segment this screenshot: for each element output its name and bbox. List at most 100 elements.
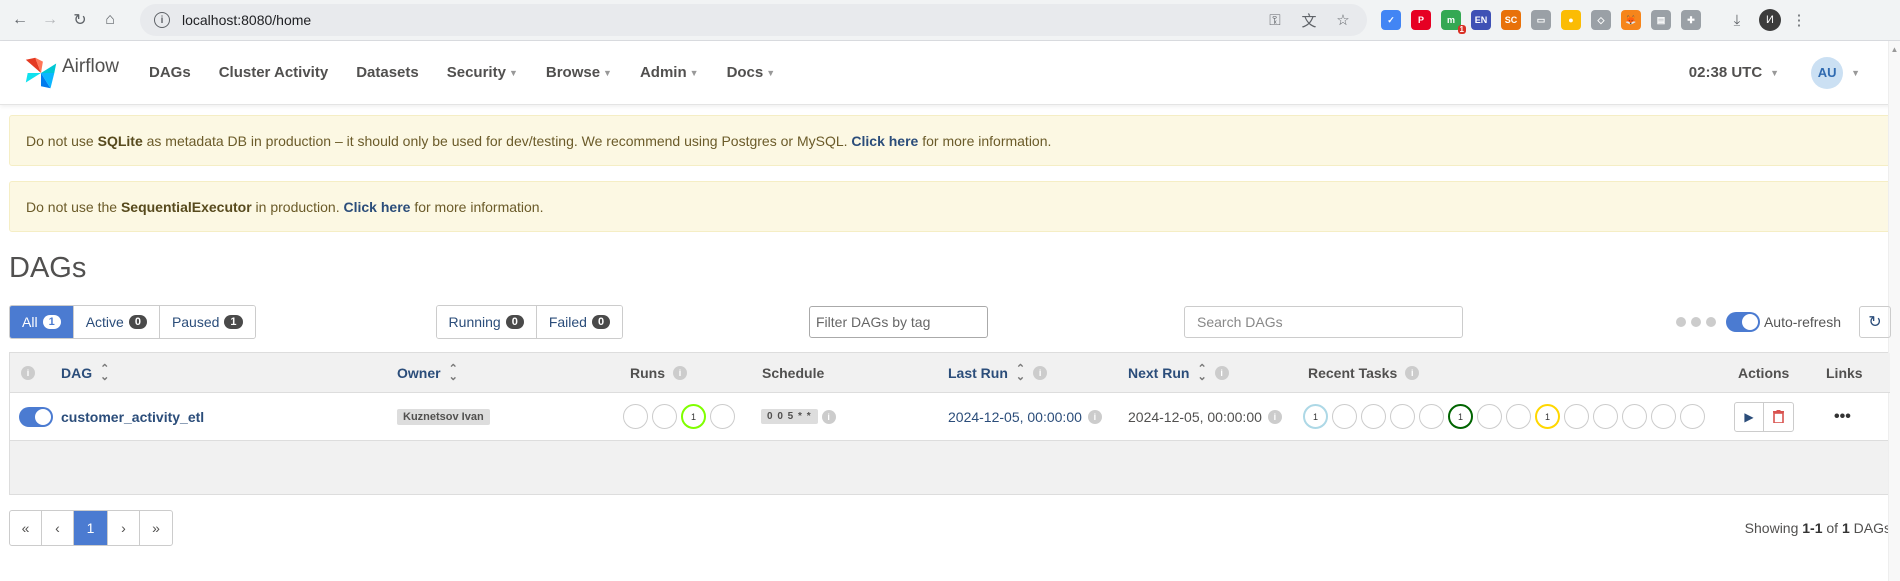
ext-sc[interactable]: SC [1501, 10, 1521, 30]
filter-active[interactable]: Active 0 [73, 306, 160, 338]
run-state-circle[interactable] [710, 404, 735, 429]
col-owner[interactable]: Owner ⌃ ⌄ [397, 363, 458, 382]
nav-security[interactable]: Security ▼ [447, 64, 518, 81]
filter-label: Running [448, 314, 501, 330]
address-bar[interactable]: i localhost:8080/home ⚿ 文 ☆ [140, 4, 1367, 36]
download-icon[interactable]: ⤓ [1727, 10, 1747, 30]
executor-warning-alert: Do not use the SequentialExecutor in pro… [9, 181, 1891, 232]
auto-refresh-toggle[interactable] [1725, 312, 1760, 332]
translate-icon[interactable]: 文 [1299, 10, 1319, 30]
ext-window[interactable]: ▭ [1531, 10, 1551, 30]
info-icon[interactable]: i [1267, 409, 1282, 424]
info-icon[interactable]: i [821, 409, 836, 424]
nav-browse[interactable]: Browse ▼ [546, 64, 612, 81]
metamask-icon[interactable]: 🦊 [1621, 10, 1641, 30]
home-icon[interactable]: ⌂ [96, 6, 124, 34]
col-last-run[interactable]: Last Run ⌃ ⌄ i [948, 363, 1048, 382]
task-state-circle[interactable] [1651, 404, 1676, 429]
task-state-circle[interactable] [1361, 404, 1386, 429]
password-key-icon[interactable]: ⚿ [1265, 10, 1285, 30]
user-avatar: AU [1811, 56, 1844, 89]
owner-badge[interactable]: Kuznetsov Ivan [397, 408, 490, 425]
ext-yellow[interactable]: ● [1561, 10, 1581, 30]
nav-datasets[interactable]: Datasets [356, 64, 419, 81]
col-dag[interactable]: DAG ⌃ ⌄ [61, 363, 109, 382]
run-state-circle[interactable]: 1 [681, 404, 706, 429]
page-first-button[interactable]: « [10, 511, 42, 545]
profile-avatar[interactable]: И [1759, 9, 1781, 31]
dag-pause-toggle[interactable] [19, 406, 53, 427]
reload-icon[interactable]: ↻ [66, 6, 94, 34]
user-menu[interactable]: AU ▼ [1811, 56, 1860, 89]
page-last-button[interactable]: » [140, 511, 172, 545]
page-prev-button[interactable]: ‹ [42, 511, 74, 545]
more-links-icon[interactable]: ••• [1834, 408, 1851, 426]
delete-dag-button[interactable] [1764, 403, 1793, 431]
extensions-puzzle[interactable]: ✚ [1681, 10, 1701, 30]
page-next-button[interactable]: › [108, 511, 140, 545]
nav-docs[interactable]: Docs ▼ [727, 64, 776, 81]
filter-label: Active [85, 314, 124, 330]
info-icon[interactable]: i [21, 365, 35, 380]
tag-filter-input[interactable]: Filter DAGs by tag [809, 306, 988, 338]
ext-blue-check[interactable]: ✓ [1381, 10, 1401, 30]
ext-shield-glyph: ◇ [1597, 14, 1605, 25]
run-state-circle[interactable] [623, 404, 648, 429]
chevron-down-icon: ▼ [1770, 67, 1780, 78]
schedule-badge[interactable]: 0 0 5 * * [761, 409, 818, 424]
dag-id-link[interactable]: customer_activity_etl [61, 409, 204, 425]
last-run-link[interactable]: 2024-12-05, 00:00:00 [948, 409, 1082, 425]
back-icon[interactable]: ← [6, 6, 34, 34]
ext-yellow-glyph: ● [1568, 15, 1574, 25]
task-state-circle[interactable] [1390, 404, 1415, 429]
task-state-circle[interactable]: 1 [1303, 404, 1328, 429]
site-info-icon[interactable]: i [154, 12, 170, 28]
task-state-circle[interactable] [1593, 404, 1618, 429]
filter-paused[interactable]: Paused 1 [159, 306, 255, 338]
task-state-circle[interactable] [1477, 404, 1502, 429]
ext-en-translator[interactable]: EN [1471, 10, 1491, 30]
info-icon[interactable]: i [673, 365, 687, 380]
trigger-dag-button[interactable]: ▶ [1735, 402, 1764, 431]
info-icon[interactable]: i [1087, 409, 1102, 424]
task-state-circle[interactable] [1564, 404, 1589, 429]
task-state-circle[interactable] [1506, 404, 1531, 429]
task-state-circle[interactable] [1680, 404, 1705, 429]
info-icon[interactable]: i [1405, 365, 1420, 380]
utc-clock-dropdown[interactable]: 02:38 UTC ▼ [1689, 64, 1779, 81]
filter-all[interactable]: All 1 [10, 306, 74, 338]
task-state-circle[interactable] [1622, 404, 1647, 429]
search-dags-input[interactable]: Search DAGs [1184, 306, 1463, 338]
forward-icon[interactable]: → [36, 6, 64, 34]
filter-failed[interactable]: Failed 0 [536, 306, 623, 338]
airflow-brand-text: Airflow [62, 55, 120, 77]
task-state-circle[interactable]: 1 [1535, 404, 1560, 429]
info-icon[interactable]: i [1033, 365, 1048, 380]
task-state-circle[interactable] [1332, 404, 1357, 429]
ext-doc[interactable]: ▤ [1651, 10, 1671, 30]
run-state-circle[interactable] [652, 404, 677, 429]
col-links: Links [1826, 365, 1863, 381]
task-state-circle[interactable] [1419, 404, 1444, 429]
ext-green-counter[interactable]: m1 [1441, 10, 1466, 34]
info-icon[interactable]: i [1214, 365, 1229, 380]
sqlite-warning-alert: Do not use SQLite as metadata DB in prod… [9, 115, 1891, 166]
executor-click-here-link[interactable]: Click here [344, 199, 411, 215]
ext-shield[interactable]: ◇ [1591, 10, 1611, 30]
col-next-run[interactable]: Next Run ⌃ ⌄ i [1128, 363, 1229, 382]
nav-dags[interactable]: DAGs [149, 64, 191, 81]
nav-cluster-activity[interactable]: Cluster Activity [219, 64, 328, 81]
menu-dots-icon[interactable]: ⋮ [1789, 10, 1809, 30]
refresh-button[interactable]: ↻ [1859, 306, 1891, 338]
filter-running[interactable]: Running 0 [436, 306, 537, 338]
nav-admin[interactable]: Admin ▼ [640, 64, 699, 81]
page-current-button[interactable]: 1 [74, 511, 108, 545]
task-state-circle[interactable]: 1 [1448, 404, 1473, 429]
chevron-down-icon: ▼ [1851, 67, 1860, 78]
airflow-logo[interactable]: Airflow [22, 54, 119, 92]
col-actions: Actions [1738, 365, 1789, 381]
pinterest-icon[interactable]: P [1411, 10, 1431, 30]
bookmark-star-icon[interactable]: ☆ [1333, 10, 1353, 30]
sqlite-click-here-link[interactable]: Click here [851, 133, 918, 149]
col-links-label: Links [1826, 364, 1863, 381]
